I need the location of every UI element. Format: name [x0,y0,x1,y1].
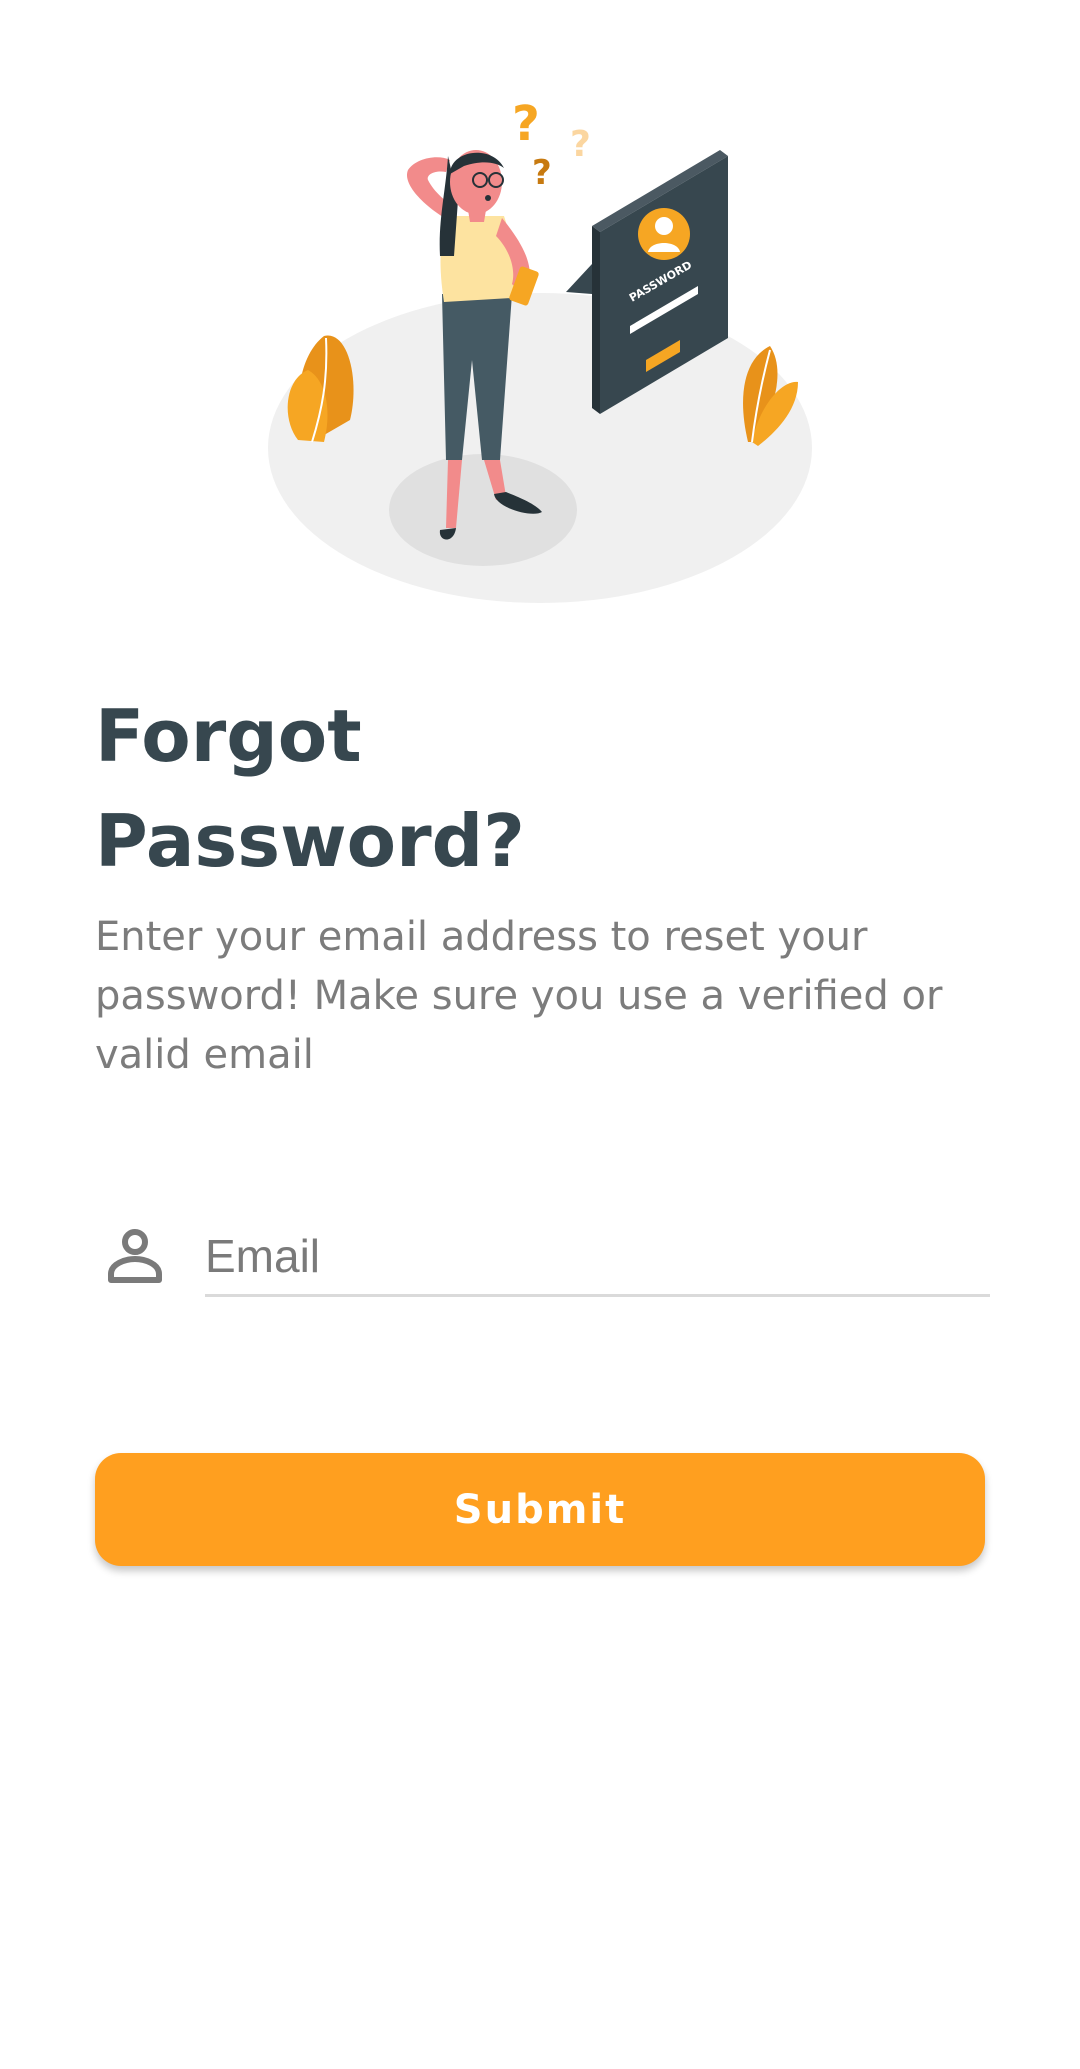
email-field-row [95,1200,990,1312]
floor-ellipse [268,293,812,603]
question-mark-icon: ? [570,124,591,165]
question-mark-icon: ? [532,153,552,193]
illustration-svg: PASSWORD ? ? ? [268,96,812,603]
user-icon [108,1229,162,1283]
question-mark-icon: ? [512,96,540,152]
page-description: Enter your email address to reset your p… [95,914,943,1078]
email-input[interactable] [205,1218,990,1297]
forgot-password-illustration: PASSWORD ? ? ? [250,80,830,620]
floor-shadow [389,454,577,566]
submit-button[interactable]: Submit [95,1453,985,1566]
page-title: Forgot Password? [95,694,525,883]
